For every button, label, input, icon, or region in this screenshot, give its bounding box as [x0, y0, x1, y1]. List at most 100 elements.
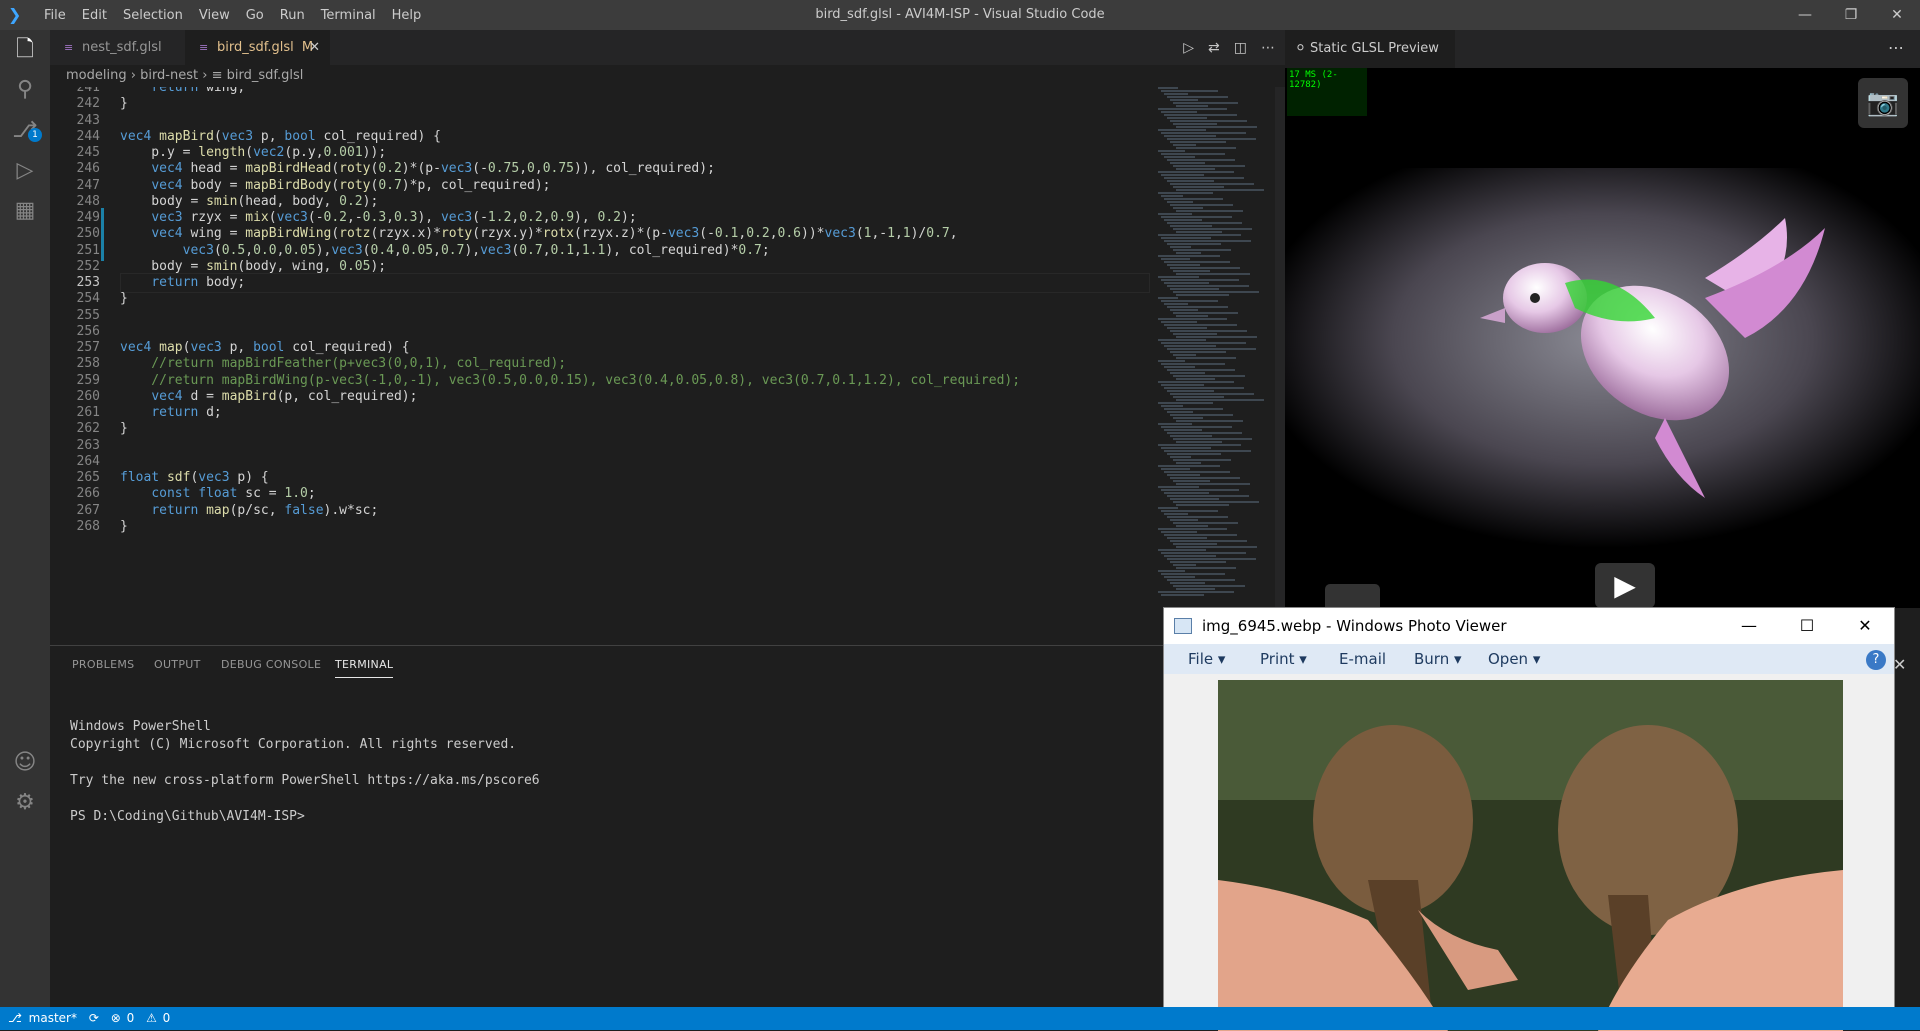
branch-name[interactable]: master* — [29, 1011, 77, 1025]
error-count[interactable]: 0 — [127, 1011, 135, 1025]
tab-terminal[interactable]: TERMINAL — [335, 658, 394, 678]
menu-view[interactable]: View — [191, 8, 238, 23]
file-icon: ≡ — [211, 68, 227, 83]
menu-selection[interactable]: Selection — [115, 8, 191, 23]
minimap-line — [1161, 342, 1246, 344]
minimap-line — [1164, 534, 1237, 536]
fps-counter: 17 MS (2-12782) — [1287, 68, 1367, 116]
minimap-line — [1161, 153, 1225, 155]
terminal-output[interactable]: Windows PowerShell Copyright (C) Microso… — [70, 718, 540, 826]
menu-print[interactable]: Print ▾ — [1260, 644, 1307, 674]
pause-button[interactable] — [1325, 584, 1380, 608]
menu-email[interactable]: E-mail — [1339, 644, 1386, 674]
scrollbar[interactable] — [1275, 87, 1285, 645]
minimap-line — [1170, 372, 1205, 374]
menu-go[interactable]: Go — [238, 8, 272, 23]
minimap-line — [1158, 234, 1241, 236]
compare-icon[interactable]: ⇄ — [1208, 40, 1220, 56]
menu-file[interactable]: File — [36, 8, 74, 23]
help-icon[interactable]: ? — [1866, 650, 1886, 670]
minimap-line — [1164, 219, 1202, 221]
minimap[interactable] — [1150, 87, 1275, 645]
minimize-icon[interactable]: — — [1782, 0, 1828, 30]
close-icon[interactable]: ✕ — [1836, 608, 1894, 644]
breadcrumb-item[interactable]: bird-nest — [140, 68, 198, 83]
explorer-icon[interactable]: 🗋 — [12, 37, 38, 63]
minimap-line — [1170, 414, 1233, 416]
menu-run[interactable]: Run — [272, 8, 313, 23]
minimap-line — [1170, 288, 1219, 290]
more-actions-icon[interactable]: ⋯ — [1261, 40, 1275, 56]
extensions-icon[interactable]: ▦ — [12, 198, 38, 224]
menu-open[interactable]: Open ▾ — [1488, 644, 1540, 674]
search-icon[interactable]: ⚲ — [12, 77, 38, 103]
minimap-line — [1170, 393, 1254, 395]
minimap-line — [1164, 429, 1202, 431]
minimap-line — [1161, 300, 1218, 302]
maximize-icon[interactable]: ☐ — [1778, 608, 1836, 644]
code-editor[interactable]: 241 return wing; 242} 243 244 vec4 mapBird(v… — [50, 87, 1150, 645]
tab-problems[interactable]: PROBLEMS — [72, 658, 134, 671]
minimap-line — [1158, 87, 1178, 89]
settings-gear-icon[interactable]: ⚙ — [12, 790, 38, 816]
minimap-line — [1158, 360, 1185, 362]
minimap-line — [1158, 528, 1227, 530]
minimap-line — [1173, 291, 1259, 293]
account-icon[interactable]: ☺ — [12, 750, 38, 776]
chevron-right-icon: › — [130, 68, 141, 83]
close-icon[interactable]: ✕ — [1874, 0, 1920, 30]
tab-debug-console[interactable]: DEBUG CONSOLE — [221, 658, 321, 671]
minimap-line — [1173, 522, 1238, 524]
breadcrumb-item[interactable]: modeling — [66, 68, 127, 83]
tab-bird-sdf[interactable]: ≡ bird_sdf.glsl M ✕ — [185, 30, 330, 65]
minimap-line — [1176, 252, 1201, 254]
menu-burn[interactable]: Burn ▾ — [1414, 644, 1462, 674]
breadcrumb: modeling › bird-nest › ≡ bird_sdf.glsl — [50, 65, 1285, 87]
minimap-line — [1173, 396, 1224, 398]
tab-nest-sdf[interactable]: ≡ nest_sdf.glsl — [50, 30, 185, 65]
minimap-line — [1170, 120, 1247, 122]
minimap-line — [1170, 309, 1198, 311]
minimize-icon[interactable]: — — [1720, 608, 1778, 644]
minimap-line — [1173, 375, 1245, 377]
tab-output[interactable]: OUTPUT — [154, 658, 201, 671]
minimap-line — [1167, 453, 1221, 455]
more-actions-icon[interactable]: ⋯ — [1888, 38, 1904, 57]
minimap-line — [1170, 519, 1198, 521]
title-bar: ❯ File Edit Selection View Go Run Termin… — [0, 0, 1920, 30]
glsl-preview-canvas[interactable]: 17 MS (2-12782) 📷 ▶ — [1285, 68, 1920, 608]
play-icon[interactable]: ▶ — [1595, 563, 1655, 608]
minimap-line — [1158, 549, 1206, 551]
camera-icon[interactable]: 📷 — [1858, 78, 1908, 128]
minimap-line — [1161, 132, 1246, 134]
code-text[interactable]: } — [120, 517, 128, 537]
minimap-line — [1170, 162, 1205, 164]
split-editor-icon[interactable]: ◫ — [1234, 40, 1247, 56]
breadcrumb-item[interactable]: bird_sdf.glsl — [227, 68, 304, 83]
menu-terminal[interactable]: Terminal — [313, 8, 384, 23]
tab-glsl-preview[interactable]: ⚪ Static GLSL Preview ✕ — [1285, 30, 1455, 94]
menu-file[interactable]: File ▾ — [1188, 644, 1225, 674]
run-icon[interactable]: ▷ — [1183, 40, 1194, 56]
minimap-line — [1176, 126, 1257, 128]
photo-viewer-app-icon — [1174, 618, 1192, 634]
menu-help[interactable]: Help — [384, 8, 430, 23]
close-icon[interactable]: ✕ — [1893, 655, 1906, 674]
minimap-line — [1173, 144, 1196, 146]
minimap-line — [1170, 351, 1226, 353]
minimap-line — [1161, 426, 1232, 428]
minimap-line — [1167, 201, 1193, 203]
minimap-line — [1173, 354, 1196, 356]
minimap-line — [1176, 420, 1243, 422]
minimap-line — [1167, 516, 1228, 518]
code-line[interactable]: 268} — [50, 517, 1150, 537]
minimap-line — [1164, 555, 1216, 557]
restore-icon[interactable]: ❐ — [1828, 0, 1874, 30]
minimap-line — [1161, 216, 1232, 218]
sync-icon[interactable]: ⟳ — [89, 1011, 99, 1025]
run-debug-icon[interactable]: ▷ — [12, 158, 38, 184]
minimap-line — [1161, 468, 1190, 470]
menu-edit[interactable]: Edit — [74, 8, 115, 23]
warning-count[interactable]: 0 — [163, 1011, 171, 1025]
close-tab-icon[interactable]: ✕ — [309, 30, 320, 65]
